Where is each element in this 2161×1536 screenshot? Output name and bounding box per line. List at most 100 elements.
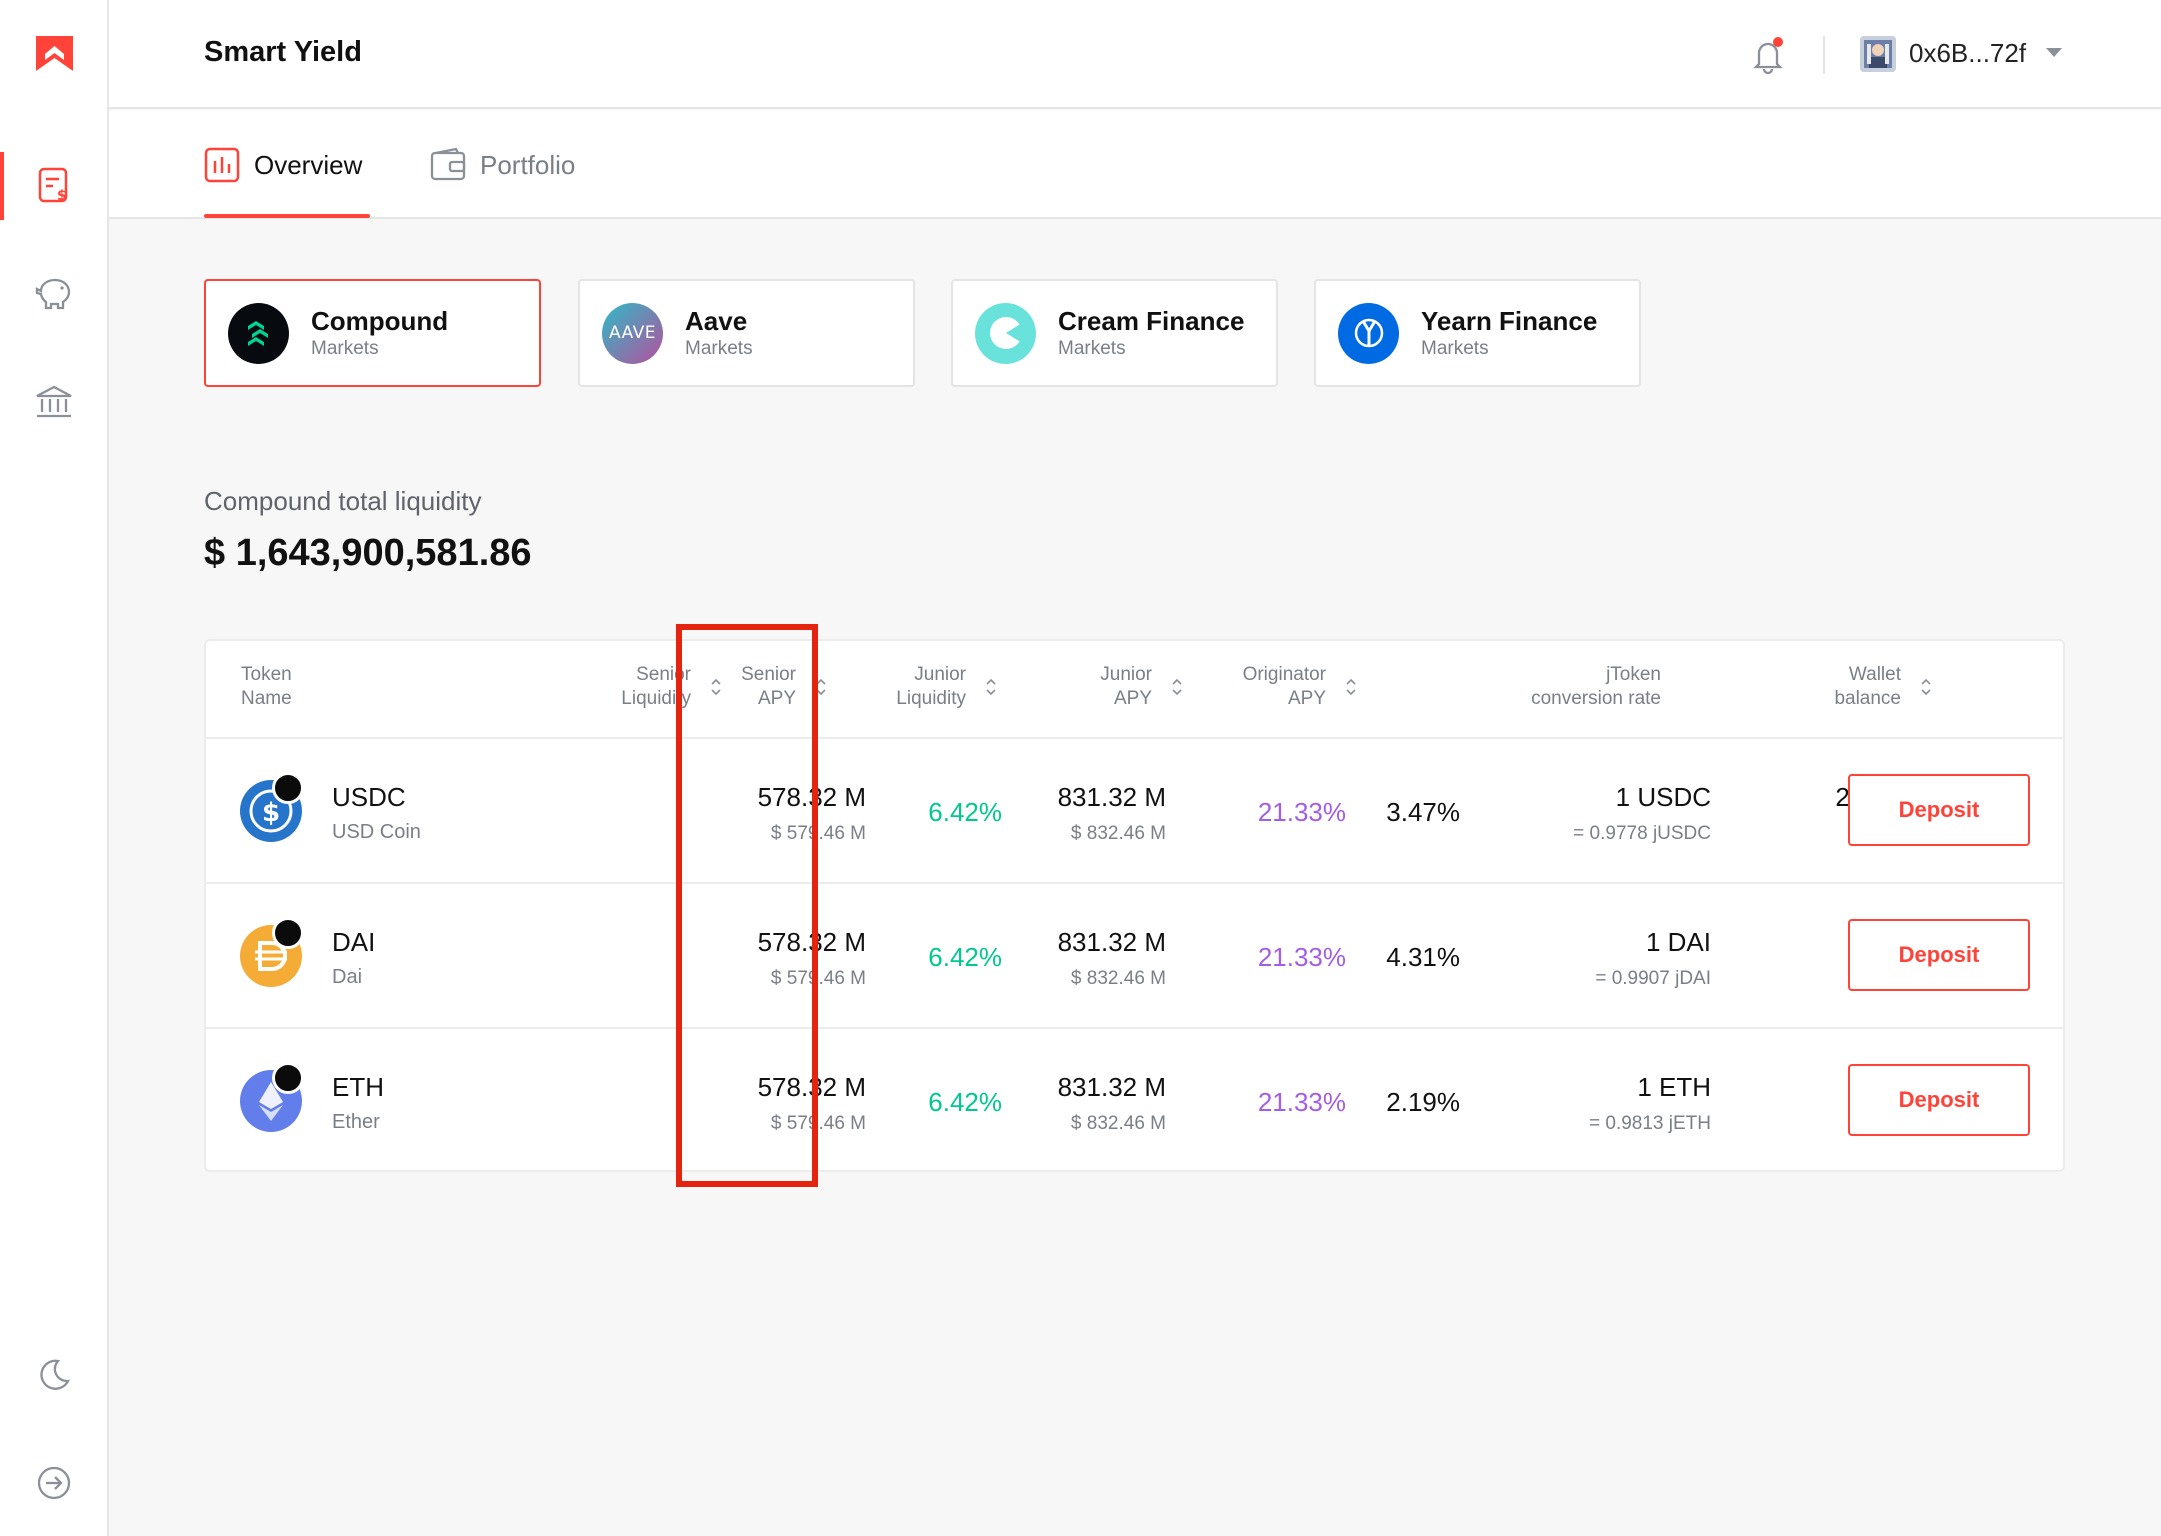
sort-icon[interactable] <box>1172 677 1182 697</box>
header-divider <box>1823 36 1825 74</box>
table-row: $ USDC USD Coin 578.32 M $ 579.46 M 6.42… <box>206 737 2063 882</box>
bank-icon <box>36 385 72 418</box>
originator-apy: 4.31% <box>1386 942 1460 972</box>
token-symbol: ETH <box>332 1072 384 1102</box>
conversion-rate: 1 DAI <box>1645 927 1711 957</box>
piggy-bank-icon <box>35 278 71 310</box>
market-name: Aave <box>685 306 748 336</box>
sort-icon[interactable] <box>1346 677 1356 697</box>
header-line-1: Token <box>241 664 292 685</box>
market-sub: Markets <box>685 338 753 359</box>
conversion-rate-sub: = 0.9778 jUSDC <box>1573 823 1711 844</box>
column-header-token-name: Token Name <box>241 663 341 711</box>
yearn-logo-icon <box>1338 302 1399 364</box>
market-sub: Markets <box>1421 338 1489 359</box>
tab-overview-label: Overview <box>254 149 363 180</box>
conversion-rate: 1 USDC <box>1615 782 1711 812</box>
column-header-jtoken-conversion-rate: jToken conversion rate <box>1356 663 1661 711</box>
aave-logo-icon: AAVE <box>602 302 663 364</box>
cream-logo-icon <box>975 302 1036 364</box>
junior-apy: 21.33% <box>1257 1087 1346 1117</box>
conversion-cell: 1 ETH = 0.9813 jETH <box>1456 1029 1711 1135</box>
market-name: Cream Finance <box>1058 306 1245 336</box>
conversion-rate-sub: = 0.9813 jETH <box>1589 1113 1711 1134</box>
sort-icon[interactable] <box>986 677 996 697</box>
header-line-2: Name <box>241 688 292 709</box>
table-row: ETH Ether 578.32 M $ 579.46 M 6.42% 831.… <box>206 1027 2063 1172</box>
header-line-2: conversion rate <box>1531 688 1661 709</box>
table-row: DAI Dai 578.32 M $ 579.46 M 6.42% 831.32… <box>206 882 2063 1027</box>
tab-bar: Overview Portfolio <box>109 110 2161 219</box>
bell-icon[interactable] <box>1749 36 1787 74</box>
header-line-1: Wallet <box>1848 664 1901 685</box>
compound-logo-icon <box>228 302 289 364</box>
deposit-button[interactable]: Deposit <box>1848 1064 2030 1136</box>
junior-liquidity-cell: 831.32 M $ 832.46 M <box>966 1029 1166 1135</box>
originator-apy-cell: 3.47% <box>1346 797 1460 828</box>
conversion-cell: 1 DAI = 0.9907 jDAI <box>1456 884 1711 990</box>
deposit-button[interactable]: Deposit <box>1848 774 2030 846</box>
originator-apy: 3.47% <box>1386 797 1460 827</box>
market-card-compound[interactable]: Compound Markets <box>204 279 541 387</box>
header-line-1: Junior <box>1100 664 1152 685</box>
originator-apy-cell: 4.31% <box>1346 942 1460 973</box>
header-line-1: Junior <box>914 664 966 685</box>
compound-badge-icon <box>272 772 304 804</box>
sidebar-active-indicator <box>0 152 4 220</box>
token-name: USD Coin <box>332 821 421 843</box>
markets-table: Token Name Senior Liquidity Senior APY J… <box>204 639 2065 1172</box>
market-name: Compound <box>311 306 449 336</box>
junior-liquidity-cell: 831.32 M $ 832.46 M <box>966 739 1166 845</box>
compound-badge-icon <box>272 917 304 949</box>
token-name: Dai <box>332 966 363 988</box>
deposit-button[interactable]: Deposit <box>1848 919 2030 991</box>
header-line-2: balance <box>1834 688 1901 709</box>
junior-liquidity-cell: 831.32 M $ 832.46 M <box>966 884 1166 990</box>
tab-portfolio[interactable]: Portfolio <box>430 145 575 185</box>
total-liquidity-label: Compound total liquidity <box>204 486 482 516</box>
conversion-cell: 1 USDC = 0.9778 jUSDC <box>1456 739 1711 845</box>
originator-apy-cell: 2.19% <box>1346 1087 1460 1118</box>
sort-icon[interactable] <box>1921 677 1931 697</box>
column-header-wallet-balance[interactable]: Wallet balance <box>1686 663 1931 711</box>
collapse-sidebar-button[interactable] <box>33 1462 75 1504</box>
theme-toggle-button[interactable] <box>33 1354 75 1396</box>
junior-apy-cell: 21.33% <box>1106 1087 1346 1118</box>
conversion-rate: 1 ETH <box>1637 1072 1711 1102</box>
chevron-down-icon[interactable] <box>2046 48 2062 57</box>
header-line-2: Liquidity <box>896 688 966 709</box>
junior-apy-cell: 21.33% <box>1106 942 1346 973</box>
page-title: Smart Yield <box>204 36 362 68</box>
tab-active-underline <box>204 214 370 218</box>
header-line-2: APY <box>1287 688 1326 709</box>
market-card-yearn-finance[interactable]: Yearn Finance Markets <box>1314 279 1641 387</box>
sidebar-item-smart-yield[interactable]: $ <box>33 165 75 207</box>
avatar[interactable] <box>1860 36 1896 72</box>
chart-icon <box>204 147 240 183</box>
tab-overview[interactable]: Overview <box>204 145 362 185</box>
column-header-junior-apy[interactable]: Junior APY <box>1036 663 1182 711</box>
column-header-originator-apy[interactable]: Originator APY <box>1186 663 1356 711</box>
token-symbol: USDC <box>332 782 406 812</box>
market-card-cream-finance[interactable]: Cream Finance Markets <box>951 279 1278 387</box>
logo-icon[interactable] <box>36 36 73 71</box>
wallet-address[interactable]: 0x6B...72f <box>1909 38 2026 69</box>
senior-apy-highlight-box <box>676 624 818 1187</box>
tab-portfolio-label: Portfolio <box>480 149 576 180</box>
conversion-rate-sub: = 0.9907 jDAI <box>1595 968 1711 989</box>
junior-apy: 21.33% <box>1257 942 1346 972</box>
market-card-aave[interactable]: AAVE Aave Markets <box>578 279 915 387</box>
svg-text:$: $ <box>57 188 67 204</box>
header-line-2: APY <box>1113 688 1152 709</box>
market-sub: Markets <box>311 338 379 359</box>
arrow-right-circle-icon <box>37 1466 71 1500</box>
compound-badge-icon <box>272 1062 304 1094</box>
market-sub: Markets <box>1058 338 1126 359</box>
smart-yield-icon: $ <box>38 167 68 204</box>
originator-apy: 2.19% <box>1386 1087 1460 1117</box>
sidebar-item-savings[interactable] <box>33 273 75 315</box>
header-line-1: Originator <box>1242 664 1326 685</box>
column-header-junior-liquidity[interactable]: Junior Liquidity <box>846 663 996 711</box>
total-liquidity-value: $ 1,643,900,581.86 <box>204 532 532 574</box>
sidebar-item-governance[interactable] <box>33 381 75 423</box>
